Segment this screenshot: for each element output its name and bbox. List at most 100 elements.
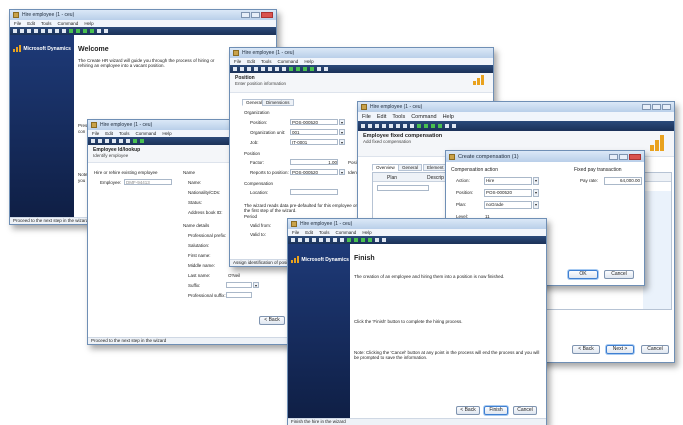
employee-field[interactable]: DMF-94413 [124, 179, 172, 185]
job-dropdown[interactable]: ▾ [339, 139, 345, 145]
refresh-icon[interactable] [317, 67, 321, 71]
title-bar[interactable]: Create compensation (1) [446, 151, 644, 162]
suffix-field[interactable] [226, 282, 252, 288]
back-button[interactable]: < Back [456, 406, 480, 415]
new-icon[interactable] [233, 67, 237, 71]
help-icon[interactable] [104, 29, 108, 33]
menu-file[interactable]: File [92, 131, 99, 136]
delete-icon[interactable] [119, 139, 123, 143]
filter-icon[interactable] [126, 139, 130, 143]
refresh-icon[interactable] [375, 238, 379, 242]
back-button[interactable]: < Back [572, 345, 600, 354]
org-unit-dropdown[interactable]: ▾ [339, 129, 345, 135]
find-icon[interactable] [410, 124, 414, 128]
menu-tools[interactable]: Tools [41, 21, 52, 26]
grid-new-row[interactable] [377, 185, 429, 191]
save-icon[interactable] [20, 29, 24, 33]
delete-icon[interactable] [319, 238, 323, 242]
next-button[interactable]: Next > [606, 345, 634, 354]
ok-button[interactable]: OK [568, 270, 598, 279]
minimize-button[interactable] [241, 12, 250, 18]
save-icon[interactable] [368, 124, 372, 128]
position-dropdown[interactable]: ▾ [339, 119, 345, 125]
job-field[interactable]: IT-0001 [290, 139, 338, 145]
menu-edit[interactable]: Edit [377, 114, 386, 120]
minimize-button[interactable] [609, 153, 618, 160]
prev-record-icon[interactable] [424, 124, 428, 128]
prev-record-icon[interactable] [354, 238, 358, 242]
copy-icon[interactable] [34, 29, 38, 33]
sort-icon[interactable] [55, 29, 59, 33]
sort-icon[interactable] [403, 124, 407, 128]
tab-general[interactable]: General [398, 164, 423, 171]
close-button[interactable] [629, 153, 641, 160]
menu-command[interactable]: Command [336, 230, 357, 235]
suffix-dropdown[interactable]: ▾ [253, 282, 259, 288]
find-icon[interactable] [62, 29, 66, 33]
menu-file[interactable]: File [362, 114, 371, 120]
filter-icon[interactable] [326, 238, 330, 242]
cancel-button[interactable]: Cancel [641, 345, 669, 354]
first-record-icon[interactable] [133, 139, 137, 143]
help-icon[interactable] [324, 67, 328, 71]
copy-icon[interactable] [112, 139, 116, 143]
save-icon[interactable] [98, 139, 102, 143]
filter-icon[interactable] [48, 29, 52, 33]
menu-tools[interactable]: Tools [261, 59, 272, 64]
col-description[interactable]: Descrip [427, 175, 444, 181]
help-icon[interactable] [382, 238, 386, 242]
menu-help[interactable]: Help [304, 59, 313, 64]
find-icon[interactable] [340, 238, 344, 242]
tab-overview[interactable]: Overview [372, 164, 399, 171]
action-dropdown[interactable]: ▾ [533, 177, 539, 185]
prof-suffix-field[interactable] [226, 292, 252, 298]
menu-edit[interactable]: Edit [105, 131, 113, 136]
maximize-button[interactable] [652, 104, 661, 110]
next-record-icon[interactable] [83, 29, 87, 33]
menu-command[interactable]: Command [58, 21, 79, 26]
menu-file[interactable]: File [234, 59, 241, 64]
last-record-icon[interactable] [438, 124, 442, 128]
last-record-icon[interactable] [310, 67, 314, 71]
menu-help[interactable]: Help [362, 230, 371, 235]
first-record-icon[interactable] [347, 238, 351, 242]
menu-tools[interactable]: Tools [319, 230, 330, 235]
menu-file[interactable]: File [14, 21, 21, 26]
copy-icon[interactable] [254, 67, 258, 71]
menu-edit[interactable]: Edit [27, 21, 35, 26]
delete-icon[interactable] [261, 67, 265, 71]
title-bar[interactable]: Hire employee (1 - ceu) [358, 102, 674, 112]
last-record-icon[interactable] [368, 238, 372, 242]
find-icon[interactable] [282, 67, 286, 71]
new-icon[interactable] [91, 139, 95, 143]
next-record-icon[interactable] [431, 124, 435, 128]
menu-edit[interactable]: Edit [305, 230, 313, 235]
copy-icon[interactable] [382, 124, 386, 128]
refresh-icon[interactable] [445, 124, 449, 128]
org-unit-field[interactable]: 001 [290, 129, 338, 135]
sort-icon[interactable] [333, 238, 337, 242]
maximize-button[interactable] [251, 12, 260, 18]
last-record-icon[interactable] [90, 29, 94, 33]
menu-help[interactable]: Help [443, 114, 454, 120]
print-icon[interactable] [375, 124, 379, 128]
menu-command[interactable]: Command [136, 131, 157, 136]
menu-command[interactable]: Command [278, 59, 299, 64]
title-bar[interactable]: Hire employee (1 - ceu) [230, 48, 493, 58]
hire-option-radio[interactable]: Hire or rehire existing employee [94, 170, 158, 175]
last-name-field[interactable]: O'Neil [226, 272, 252, 278]
factor-field[interactable]: 1.00 [290, 159, 338, 165]
menu-tools[interactable]: Tools [392, 114, 405, 120]
filter-icon[interactable] [396, 124, 400, 128]
plan-dropdown[interactable]: ▾ [533, 201, 539, 209]
tab-dimensions[interactable]: Dimensions [262, 99, 294, 106]
refresh-icon[interactable] [97, 29, 101, 33]
menu-tools[interactable]: Tools [119, 131, 130, 136]
maximize-button[interactable] [619, 153, 628, 160]
help-icon[interactable] [452, 124, 456, 128]
action-field[interactable]: Hire [484, 177, 532, 185]
position-field[interactable]: POS-000520 [290, 119, 338, 125]
cancel-button[interactable]: Cancel [513, 406, 537, 415]
prev-record-icon[interactable] [76, 29, 80, 33]
first-record-icon[interactable] [289, 67, 293, 71]
